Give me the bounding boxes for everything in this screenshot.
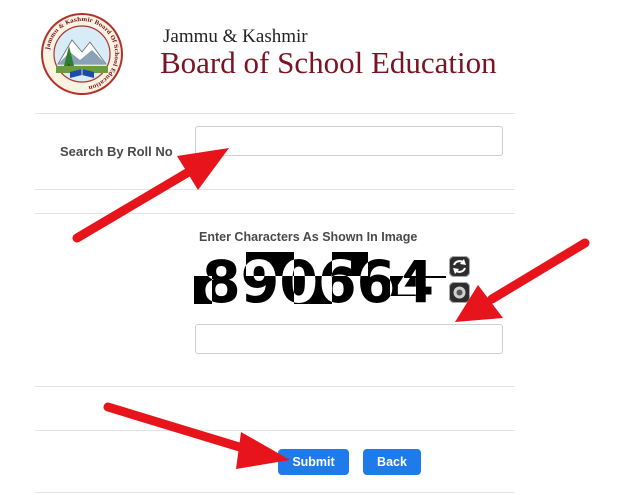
divider (35, 113, 515, 114)
captcha-label: Enter Characters As Shown In Image (199, 230, 418, 244)
refresh-captcha-button[interactable] (449, 256, 470, 277)
captcha-image: 890664 890664 (194, 252, 446, 304)
back-button[interactable]: Back (363, 449, 421, 475)
roll-no-label: Search By Roll No (60, 144, 173, 159)
divider (35, 189, 515, 190)
divider (35, 492, 515, 493)
captcha-input[interactable] (195, 324, 503, 354)
divider (35, 386, 515, 387)
divider (35, 213, 515, 214)
result-page: Jammu & Kashmir Board Of School Educatio… (0, 0, 634, 495)
divider (35, 430, 515, 431)
audio-captcha-button[interactable] (449, 282, 470, 303)
refresh-icon (453, 259, 466, 274)
audio-icon (453, 286, 466, 299)
submit-button[interactable]: Submit (278, 449, 349, 475)
header-title: Board of School Education (160, 45, 497, 80)
roll-no-input[interactable] (195, 126, 503, 156)
board-logo: Jammu & Kashmir Board Of School Educatio… (41, 13, 123, 95)
